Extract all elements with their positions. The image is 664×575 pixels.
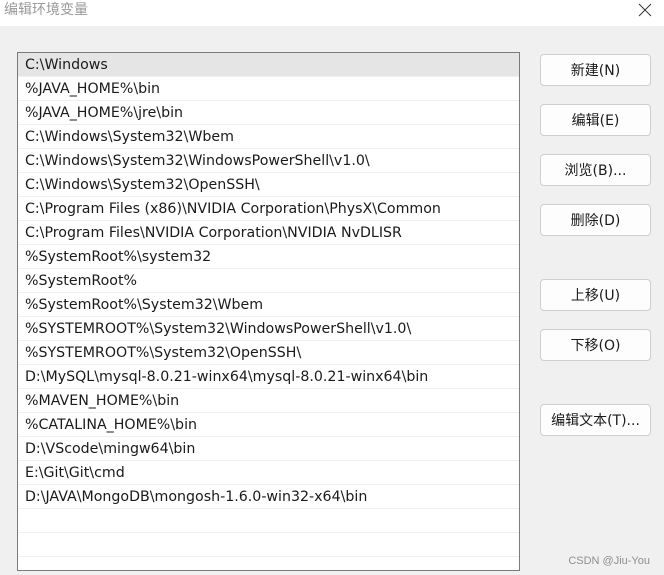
list-item[interactable]: D:\JAVA\MongoDB\mongosh-1.6.0-win32-x64\… bbox=[18, 485, 519, 509]
list-item[interactable]: %SystemRoot% bbox=[18, 269, 519, 293]
close-icon bbox=[638, 3, 652, 17]
list-item[interactable]: C:\Windows\System32\Wbem bbox=[18, 125, 519, 149]
move-down-button[interactable]: 下移(O) bbox=[540, 329, 651, 361]
new-button[interactable]: 新建(N) bbox=[540, 54, 651, 86]
list-item[interactable]: D:\VScode\mingw64\bin bbox=[18, 437, 519, 461]
list-item[interactable]: %SYSTEMROOT%\System32\WindowsPowerShell\… bbox=[18, 317, 519, 341]
browse-button[interactable]: 浏览(B)... bbox=[540, 154, 651, 186]
list-item[interactable]: E:\Git\Git\cmd bbox=[18, 461, 519, 485]
list-item[interactable]: C:\Program Files (x86)\NVIDIA Corporatio… bbox=[18, 197, 519, 221]
delete-button[interactable]: 删除(D) bbox=[540, 204, 651, 236]
list-item[interactable]: %SystemRoot%\System32\Wbem bbox=[18, 293, 519, 317]
list-item[interactable]: %MAVEN_HOME%\bin bbox=[18, 389, 519, 413]
list-item[interactable]: C:\Windows\System32\WindowsPowerShell\v1… bbox=[18, 149, 519, 173]
empty-list-row[interactable] bbox=[18, 509, 519, 533]
list-item[interactable]: %SYSTEMROOT%\System32\OpenSSH\ bbox=[18, 341, 519, 365]
list-item[interactable]: %CATALINA_HOME%\bin bbox=[18, 413, 519, 437]
list-item[interactable]: C:\Windows bbox=[18, 53, 519, 77]
close-button[interactable] bbox=[634, 0, 656, 20]
window-title: 编辑环境变量 bbox=[4, 2, 88, 18]
list-item[interactable]: D:\MySQL\mysql-8.0.21-winx64\mysql-8.0.2… bbox=[18, 365, 519, 389]
edit-text-button[interactable]: 编辑文本(T)... bbox=[540, 404, 651, 436]
watermark: CSDN @Jiu-You bbox=[568, 555, 650, 567]
edit-button[interactable]: 编辑(E) bbox=[540, 104, 651, 136]
list-item[interactable]: C:\Program Files\NVIDIA Corporation\NVID… bbox=[18, 221, 519, 245]
list-item[interactable]: %JAVA_HOME%\jre\bin bbox=[18, 101, 519, 125]
empty-list-row[interactable] bbox=[18, 533, 519, 557]
move-up-button[interactable]: 上移(U) bbox=[540, 279, 651, 311]
path-list[interactable]: C:\Windows %JAVA_HOME%\bin %JAVA_HOME%\jre… bbox=[17, 52, 520, 571]
list-item[interactable]: C:\Windows\System32\OpenSSH\ bbox=[18, 173, 519, 197]
list-item[interactable]: %JAVA_HOME%\bin bbox=[18, 77, 519, 101]
title-bar: 编辑环境变量 bbox=[0, 0, 664, 26]
list-item[interactable]: %SystemRoot%\system32 bbox=[18, 245, 519, 269]
